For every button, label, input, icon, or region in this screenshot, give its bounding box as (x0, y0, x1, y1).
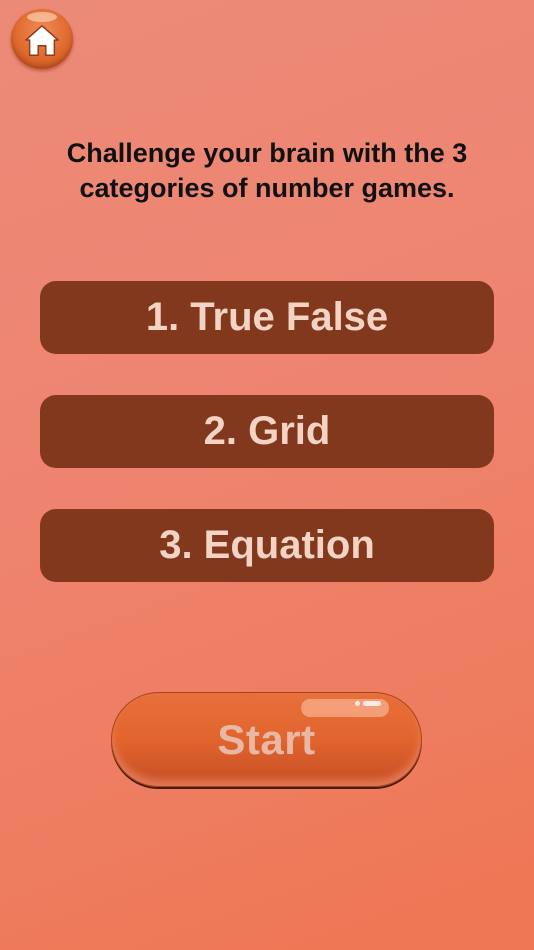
category-label: 1. True False (145, 295, 389, 339)
home-icon (25, 25, 59, 56)
category-equation-button[interactable]: 3. Equation (40, 509, 494, 582)
start-label: Start (217, 715, 316, 763)
intro-description: Challenge your brain with the 3 categori… (66, 138, 468, 203)
category-true-false-button[interactable]: 1. True False (40, 281, 494, 354)
category-label: 3. Equation (159, 523, 375, 567)
category-label: 2. Grid (203, 409, 331, 453)
start-button-gloss-highlight (363, 701, 381, 706)
home-button[interactable] (11, 9, 73, 69)
category-grid-button[interactable]: 2. Grid (40, 395, 494, 468)
home-button-gloss (27, 12, 57, 22)
start-button-gloss-dot (355, 701, 360, 706)
start-button[interactable]: Start (111, 692, 422, 787)
